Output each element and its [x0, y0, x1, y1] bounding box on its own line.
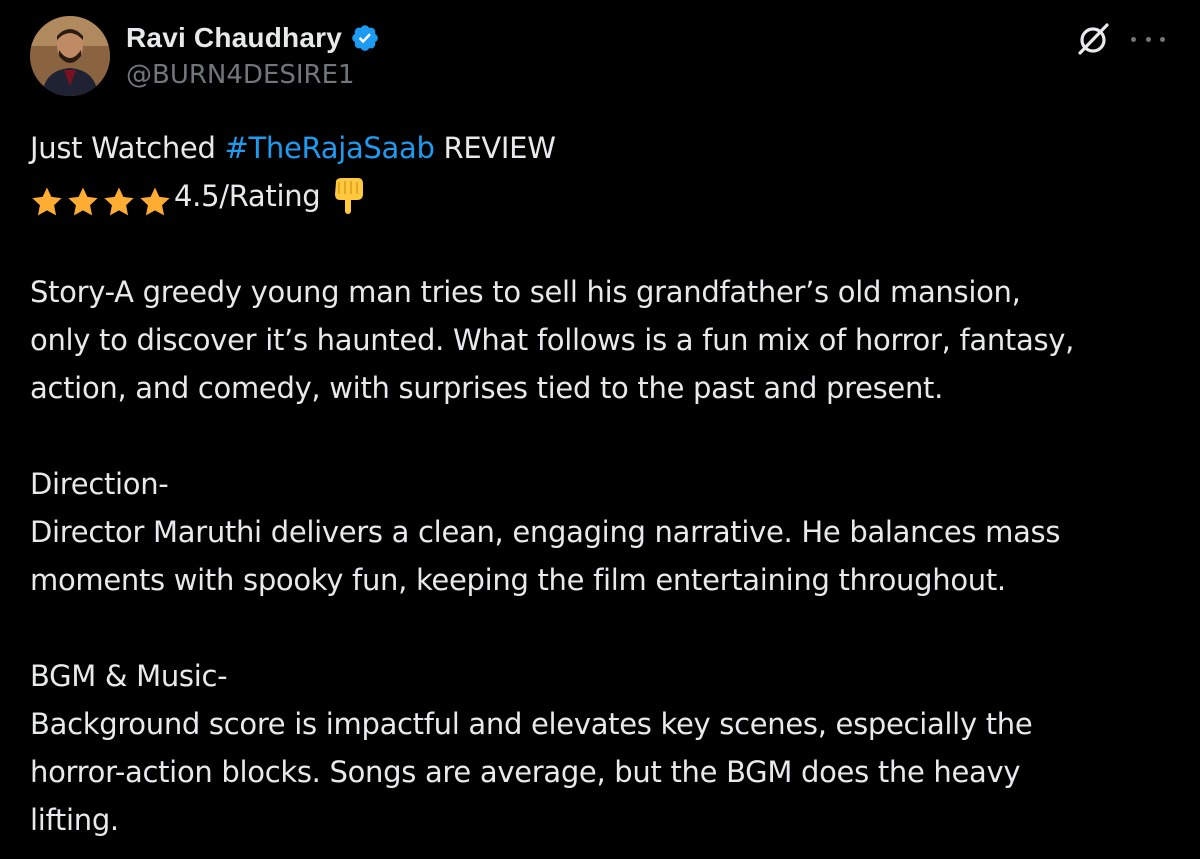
star-rating: [30, 176, 174, 224]
rating-line: 4.5/Rating: [30, 172, 1180, 220]
rating-text: 4.5/Rating: [174, 179, 321, 213]
grok-icon[interactable]: [1075, 20, 1113, 58]
music-heading: BGM & Music-: [30, 659, 228, 693]
story-line: Story-A greedy young man tries to sell h…: [30, 275, 1021, 309]
more-options-icon[interactable]: [1131, 24, 1165, 54]
more-dot-icon: [1160, 36, 1165, 42]
tweet: Ravi Chaudhary @BURN4DESIRE1 Just Watche…: [0, 0, 1200, 859]
title-prefix: Just Watched: [30, 131, 225, 165]
story-line: action, and comedy, with surprises tied …: [30, 371, 944, 405]
music-line: Background score is impactful and elevat…: [30, 707, 1033, 741]
star-icon: [104, 187, 134, 216]
tweet-text: Just Watched #TheRajaSaab REVIEW 4.5/Rat…: [30, 124, 1180, 844]
author-display-name[interactable]: Ravi Chaudhary: [126, 22, 342, 54]
music-line: lifting.: [30, 803, 119, 837]
music-line: horror-action blocks. Songs are average,…: [30, 755, 1021, 789]
author-handle[interactable]: @BURN4DESIRE1: [126, 60, 355, 90]
more-dot-icon: [1145, 36, 1151, 42]
direction-heading: Direction-: [30, 467, 169, 501]
direction-line: moments with spooky fun, keeping the fil…: [30, 563, 1006, 597]
title-suffix: REVIEW: [434, 131, 556, 165]
backhand-index-pointing-down-icon: [335, 178, 364, 214]
story-line: only to discover it’s haunted. What foll…: [30, 323, 1075, 357]
star-icon: [32, 187, 62, 216]
verified-badge-icon: [350, 23, 380, 53]
star-icon: [68, 187, 98, 216]
more-dot-icon: [1131, 36, 1136, 42]
author-name-row[interactable]: Ravi Chaudhary: [126, 18, 380, 58]
star-icon: [140, 187, 170, 216]
direction-line: Director Maruthi delivers a clean, engag…: [30, 515, 1061, 549]
hashtag-link[interactable]: #TheRajaSaab: [224, 131, 434, 165]
tweet-title-line: Just Watched #TheRajaSaab REVIEW: [30, 124, 1180, 172]
avatar-photo: [30, 16, 110, 96]
avatar[interactable]: [30, 16, 110, 96]
